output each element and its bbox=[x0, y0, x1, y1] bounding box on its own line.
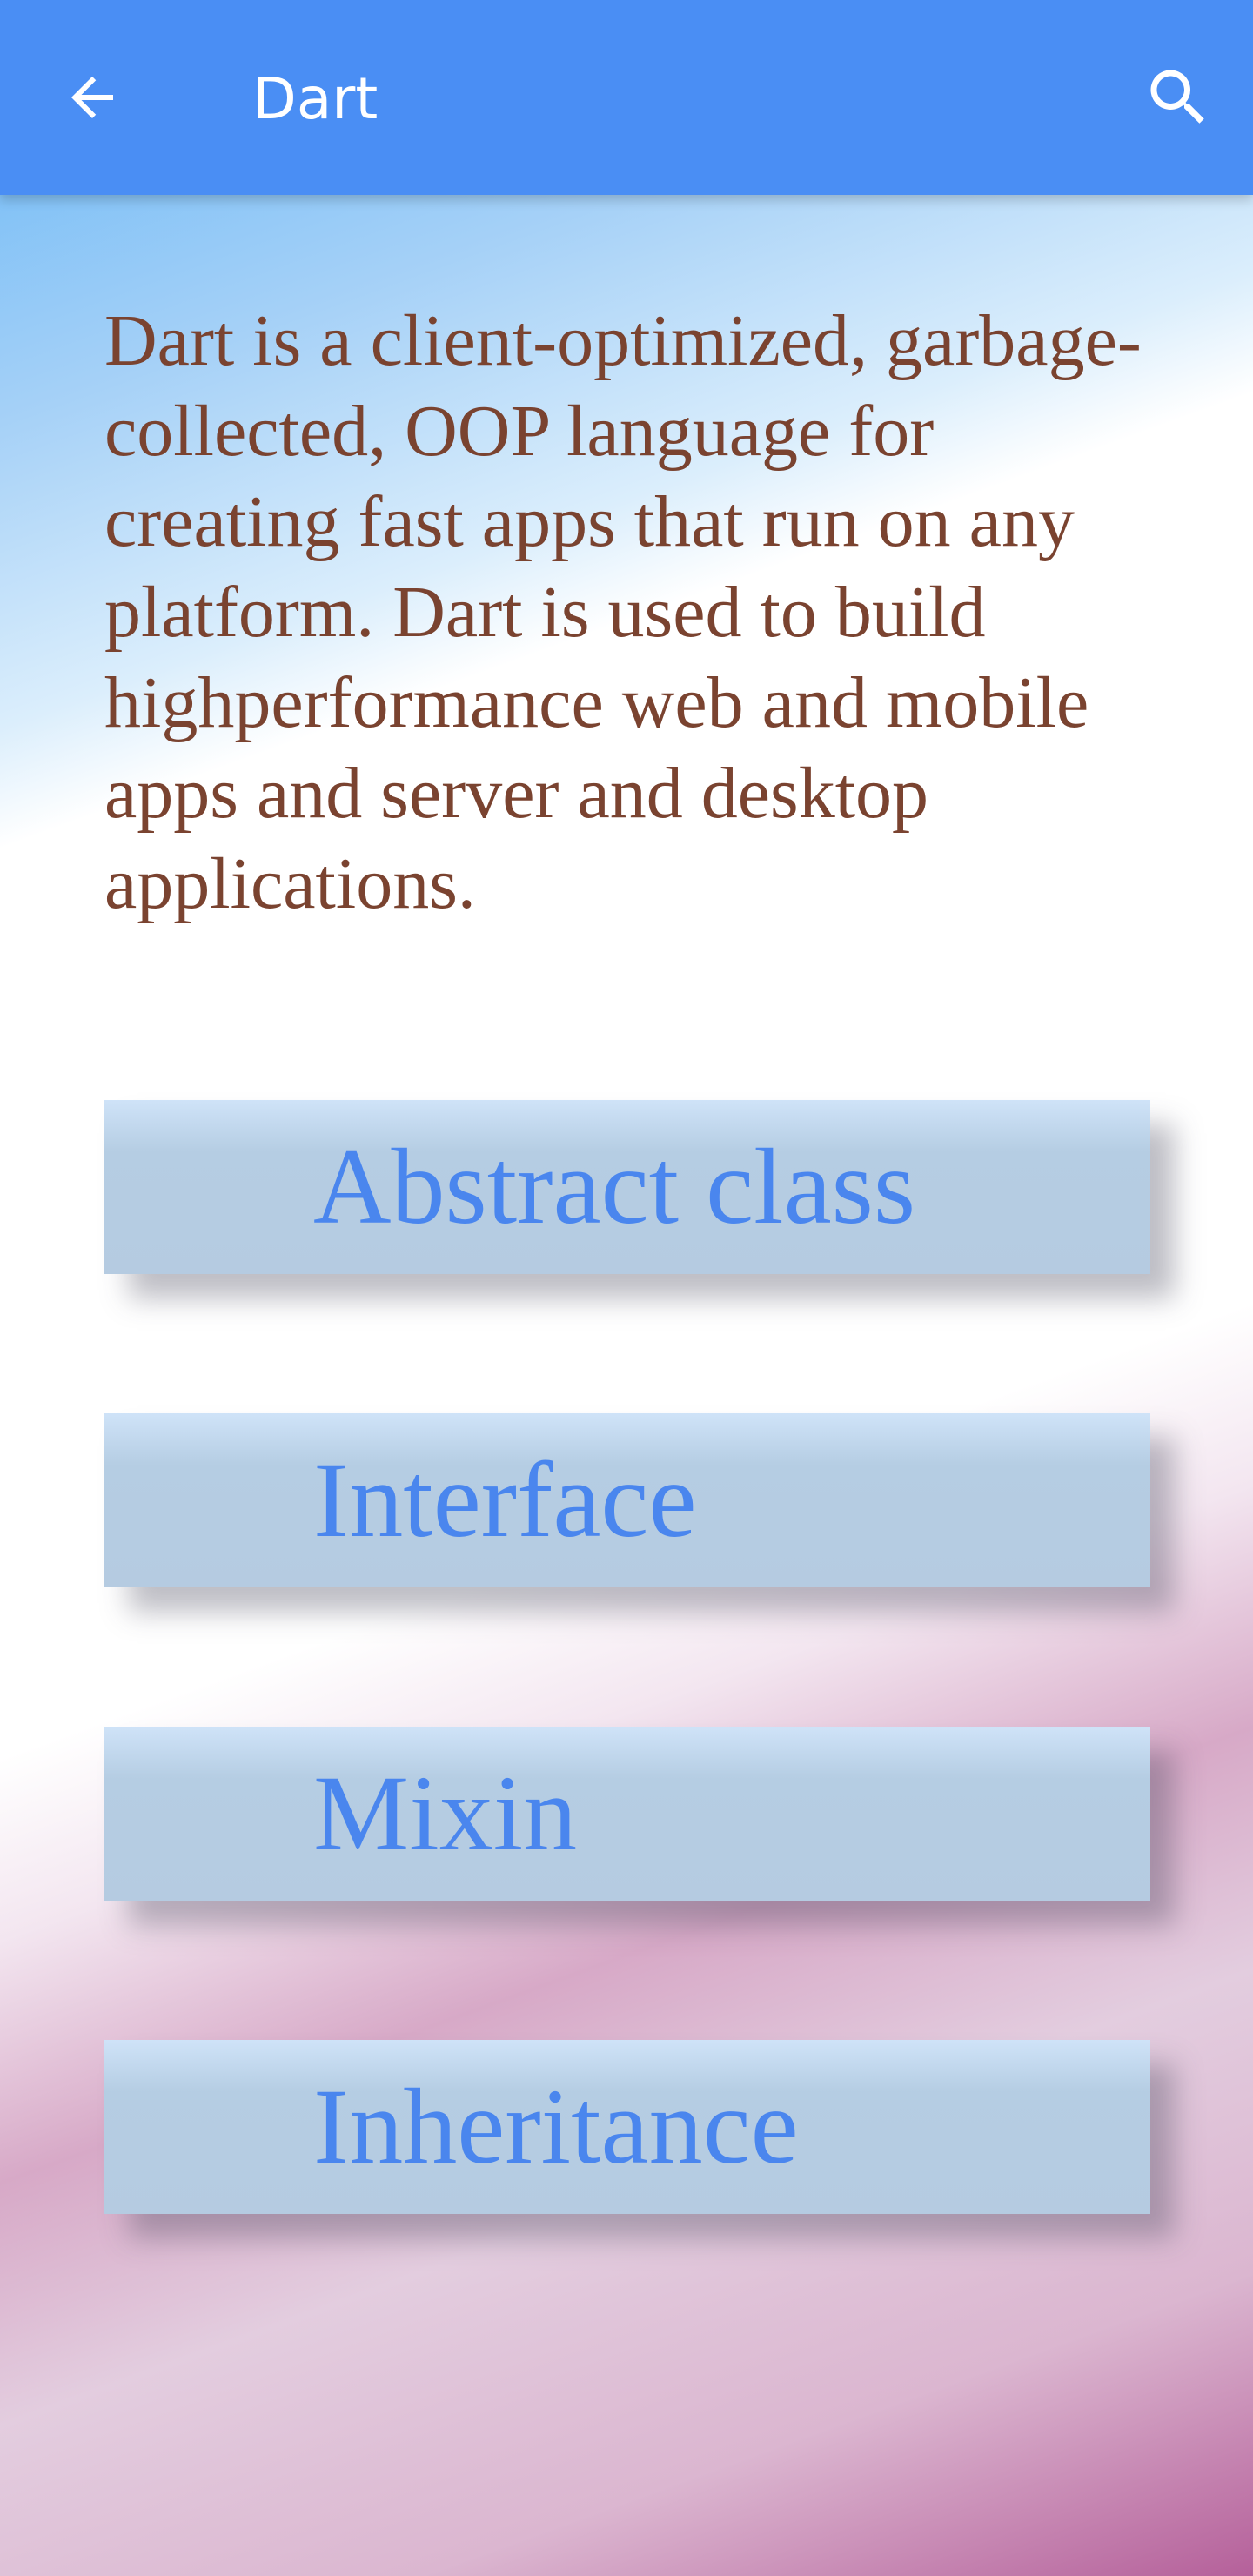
inheritance-label: Inheritance bbox=[313, 2067, 799, 2186]
arrow-back-icon bbox=[71, 77, 113, 118]
page-title: Dart bbox=[252, 65, 379, 132]
abstract-class-button[interactable]: Abstract class bbox=[104, 1100, 1150, 1274]
inheritance-button[interactable]: Inheritance bbox=[104, 2040, 1150, 2214]
interface-button[interactable]: Interface bbox=[104, 1413, 1150, 1587]
search-button[interactable] bbox=[1140, 59, 1216, 136]
interface-label: Interface bbox=[313, 1440, 697, 1560]
abstract-class-label: Abstract class bbox=[313, 1127, 916, 1246]
back-button[interactable] bbox=[54, 59, 131, 136]
mixin-label: Mixin bbox=[313, 1754, 578, 1873]
description-text: Dart is a client-optimized, garbage-coll… bbox=[104, 300, 1142, 924]
search-icon bbox=[1150, 70, 1204, 124]
mixin-button[interactable]: Mixin bbox=[104, 1727, 1150, 1901]
app-bar: Dart bbox=[0, 0, 1253, 195]
